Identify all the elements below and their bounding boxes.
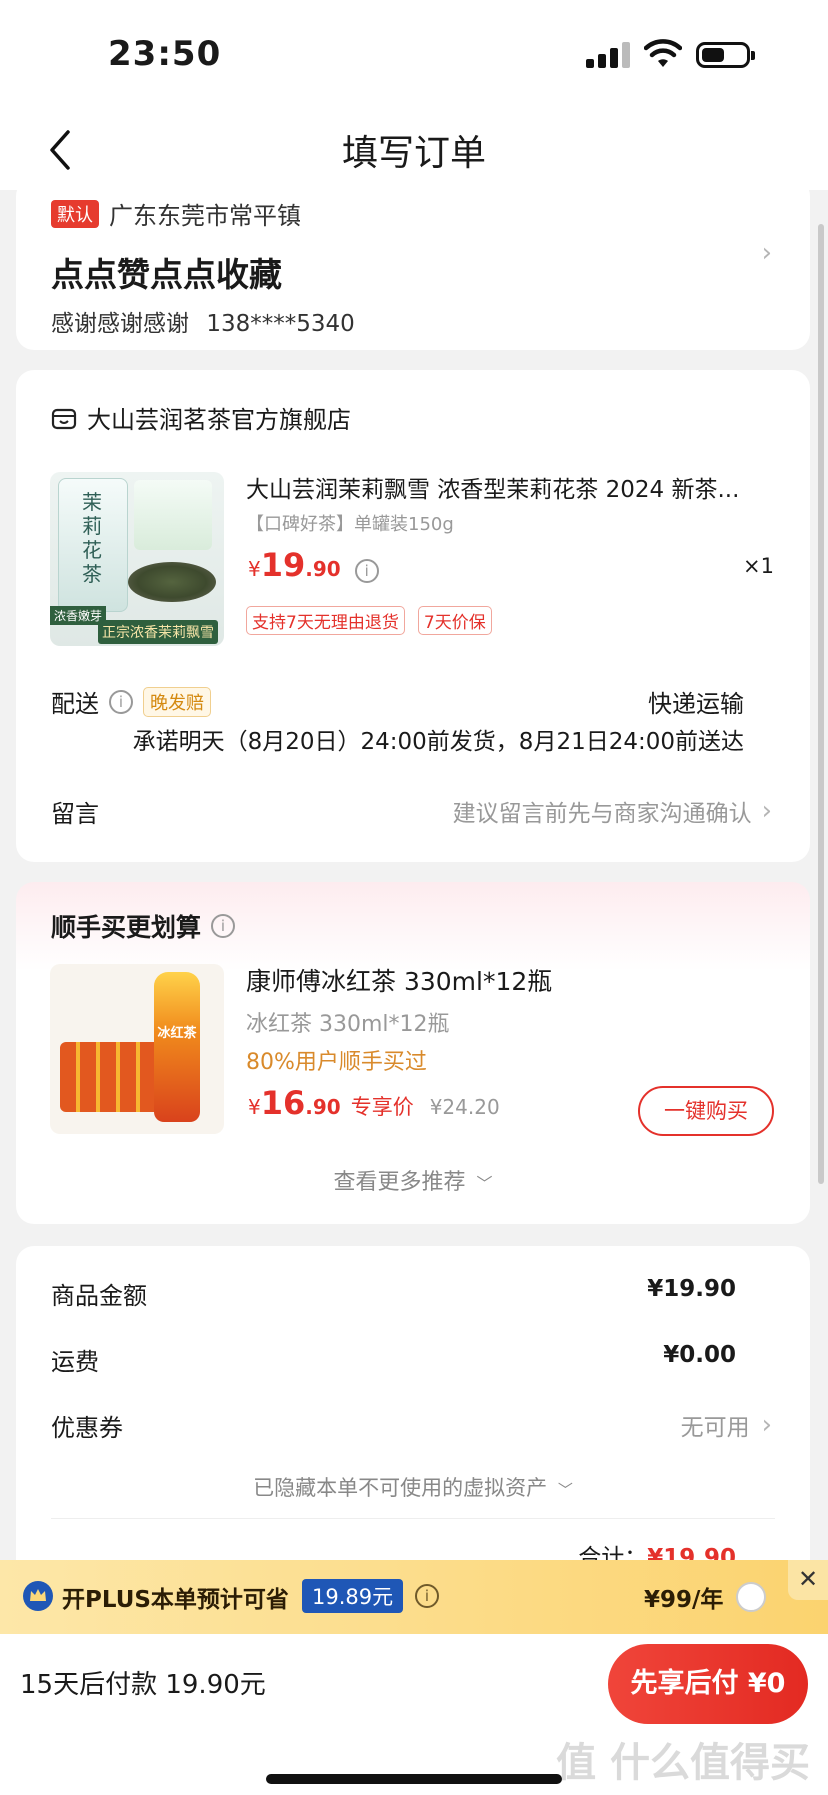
- plus-banner[interactable]: 开PLUS本单预计可省 19.89元 i ¥99/年 ✕: [0, 1560, 828, 1634]
- upsell-product-subtitle: 冰红茶 330ml*12瓶: [246, 1012, 450, 1037]
- product-title[interactable]: 大山芸润茉莉飘雪 浓香型茉莉花茶 2024 新茶...: [246, 470, 786, 504]
- default-badge: 默认: [51, 199, 99, 228]
- status-bar: 23:50: [0, 0, 828, 110]
- wifi-icon: [644, 39, 682, 67]
- watermark: 值 什么值得买: [556, 1740, 810, 1786]
- return-tag: 支持7天无理由退货: [246, 606, 405, 635]
- exclusive-price-label: 专享价: [350, 1095, 414, 1119]
- shipping-fee-value: ¥0.00: [663, 1342, 736, 1368]
- coupon-value: 无可用: [680, 1415, 750, 1441]
- upsell-thumbnail[interactable]: 冰红茶: [50, 964, 224, 1134]
- chevron-down-icon: ﹀: [557, 1481, 573, 1499]
- close-icon[interactable]: ✕: [788, 1560, 828, 1600]
- signal-icon: [586, 42, 630, 68]
- delivery-label: 配送: [51, 690, 99, 718]
- coupon-row[interactable]: 无可用 ›: [681, 1408, 772, 1442]
- product-qty: ×1: [743, 554, 774, 578]
- shop-card: 大山芸润茗茶官方旗舰店 茉莉花茶 浓香嫩芽 正宗浓香茉莉飘雪 大山芸润茉莉飘雪 …: [16, 370, 810, 862]
- delivery-info-icon[interactable]: i: [109, 689, 133, 714]
- upsell-product-title[interactable]: 康师傅冰红茶 330ml*12瓶: [246, 962, 552, 998]
- upsell-product-stat: 80%用户顺手买过: [246, 1050, 427, 1075]
- late-compensation-tag: 晚发赔: [143, 686, 211, 717]
- price-protect-tag: 7天价保: [417, 606, 492, 635]
- goods-amount-label: 商品金额: [51, 1282, 147, 1310]
- plus-text: 开PLUS本单预计可省: [62, 1587, 289, 1613]
- address-region: 广东东莞市常平镇: [109, 202, 301, 230]
- upsell-info-icon[interactable]: i: [211, 914, 236, 938]
- address-card[interactable]: 默认 广东东莞市常平镇 点点赞点点收藏 感谢感谢感谢 138****5340 ›: [16, 178, 810, 350]
- upsell-card: 顺手买更划算 i 冰红茶 康师傅冰红茶 330ml*12瓶 冰红茶 330ml*…: [16, 882, 810, 1224]
- product-price: ¥ 19 .90 i: [248, 546, 379, 584]
- chevron-right-icon: ›: [761, 796, 772, 826]
- delivery-promise: 承诺明天（8月20日）24:00前发货，8月21日24:00前送达: [132, 729, 744, 755]
- plus-price: ¥99/年: [644, 1587, 724, 1613]
- pay-later-button[interactable]: 先享后付 ¥0: [608, 1644, 808, 1724]
- home-indicator: [266, 1774, 562, 1784]
- plus-select-radio[interactable]: [736, 1582, 766, 1612]
- chevron-right-icon: ›: [761, 1410, 772, 1440]
- recipient-phone: 138****5340: [206, 311, 355, 337]
- note-label: 留言: [51, 800, 99, 828]
- crown-icon: [23, 1581, 53, 1611]
- recipient-name: 感谢感谢感谢: [51, 311, 189, 337]
- page-title: 填写订单: [341, 133, 486, 174]
- scrollbar[interactable]: [818, 224, 824, 1184]
- product-thumbnail[interactable]: 茉莉花茶 浓香嫩芽 正宗浓香茉莉飘雪: [50, 472, 224, 646]
- plus-info-icon[interactable]: i: [415, 1584, 439, 1608]
- chevron-right-icon: ›: [761, 238, 772, 268]
- upsell-title: 顺手买更划算: [51, 913, 202, 942]
- product-spec: 【口碑好茶】单罐装150g: [246, 514, 454, 535]
- service-tags: 支持7天无理由退货 7天价保: [246, 606, 500, 635]
- info-icon[interactable]: i: [354, 559, 379, 583]
- one-click-buy-button[interactable]: 一键购买: [638, 1086, 774, 1136]
- shop-icon: [51, 408, 77, 429]
- see-more-recommendations[interactable]: 查看更多推荐 ﹀: [16, 1164, 810, 1196]
- thumb-caption: 正宗浓香茉莉飘雪: [98, 620, 218, 644]
- pay-later-text: 15天后付款 19.90元: [20, 1670, 266, 1700]
- delivery-method[interactable]: 快递运输: [648, 684, 744, 719]
- coupon-label: 优惠券: [51, 1414, 123, 1442]
- note-field[interactable]: 建议留言前先与商家沟通确认 ›: [453, 794, 772, 828]
- hidden-assets-toggle[interactable]: 已隐藏本单不可使用的虚拟资产 ﹀: [16, 1472, 810, 1502]
- shipping-fee-label: 运费: [51, 1348, 99, 1376]
- chevron-down-icon: ﹀: [476, 1174, 493, 1193]
- original-price: ¥24.20: [429, 1095, 500, 1119]
- delivery-row: 配送 i 晚发赔: [51, 684, 211, 719]
- upsell-price: ¥ 16 .90 专享价 ¥24.20: [248, 1084, 500, 1122]
- shop-name: 大山芸润茗茶官方旗舰店: [87, 406, 351, 434]
- thumb-brand-text: 冰红茶: [157, 1026, 197, 1041]
- shop-header[interactable]: 大山芸润茗茶官方旗舰店: [51, 400, 351, 435]
- goods-amount-value: ¥19.90: [647, 1276, 736, 1302]
- bottom-bar: 15天后付款 19.90元 先享后付 ¥0 值 什么值得买: [0, 1634, 828, 1795]
- status-time: 23:50: [108, 34, 222, 74]
- thumb-can-text: 茉莉花茶: [82, 490, 102, 586]
- plus-saving-badge: 19.89元: [302, 1579, 404, 1613]
- battery-icon: [696, 42, 755, 68]
- address-street: 点点赞点点收藏: [51, 255, 282, 294]
